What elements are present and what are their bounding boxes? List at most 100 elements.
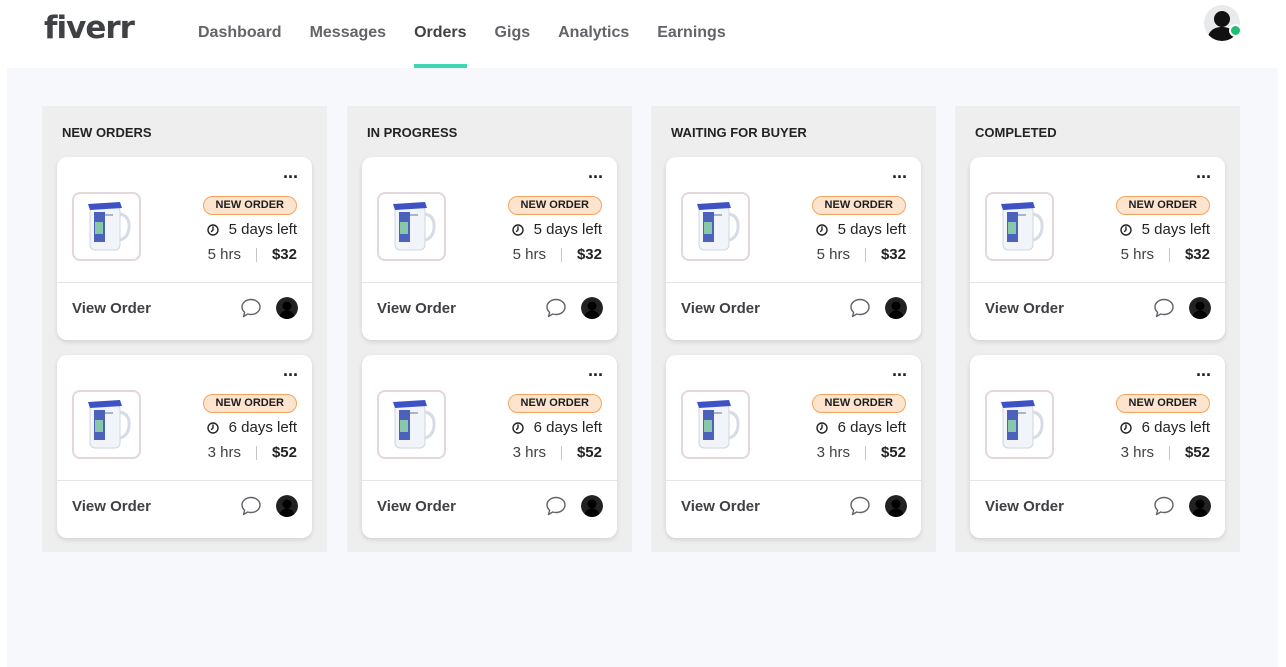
- pitcher-product-icon: [393, 202, 436, 251]
- order-stats-row: 5 hrs $32: [1121, 246, 1210, 263]
- delivery-hours: 3 hrs: [816, 444, 850, 461]
- more-options-button[interactable]: ...: [1196, 361, 1211, 379]
- order-card[interactable]: ... NEW ORDER 6 days left 3 hrs $52 View…: [57, 355, 312, 538]
- order-price: $52: [271, 444, 297, 461]
- clock-icon: [1119, 223, 1132, 236]
- nav-earnings[interactable]: Earnings: [643, 0, 739, 68]
- nav-gigs[interactable]: Gigs: [481, 0, 545, 68]
- chat-bubble-icon[interactable]: [849, 495, 871, 517]
- pitcher-product-icon: [1001, 202, 1044, 251]
- gig-thumbnail: [377, 192, 446, 261]
- buyer-silhouette-icon: [581, 495, 603, 517]
- order-stats-row: 5 hrs $32: [513, 246, 602, 263]
- stats-divider: [255, 247, 257, 262]
- time-left-text: 6 days left: [228, 419, 297, 436]
- buyer-avatar[interactable]: [1189, 297, 1211, 319]
- buyer-avatar[interactable]: [885, 495, 907, 517]
- order-card[interactable]: ... NEW ORDER 5 days left 5 hrs $32 View…: [57, 157, 312, 340]
- more-options-button[interactable]: ...: [283, 163, 298, 181]
- nav-analytics[interactable]: Analytics: [544, 0, 643, 68]
- chat-bubble-icon[interactable]: [545, 495, 567, 517]
- card-divider: [57, 480, 312, 481]
- gig-thumbnail: [985, 390, 1054, 459]
- order-card[interactable]: ... NEW ORDER 5 days left 5 hrs $32 View…: [362, 157, 617, 340]
- time-left-row: 5 days left: [206, 221, 297, 238]
- clock-icon: [815, 421, 828, 434]
- card-divider: [970, 282, 1225, 283]
- order-price: $32: [1184, 246, 1210, 263]
- column-title: COMPLETED: [975, 125, 1057, 140]
- time-left-text: 6 days left: [533, 419, 602, 436]
- view-order-link[interactable]: View Order: [985, 300, 1064, 317]
- time-left-row: 6 days left: [1119, 419, 1210, 436]
- time-left-row: 5 days left: [815, 221, 906, 238]
- gig-thumbnail: [681, 390, 750, 459]
- view-order-link[interactable]: View Order: [377, 498, 456, 515]
- buyer-avatar[interactable]: [581, 297, 603, 319]
- view-order-link[interactable]: View Order: [377, 300, 456, 317]
- nav-orders[interactable]: Orders: [400, 0, 480, 68]
- card-divider: [666, 480, 921, 481]
- buyer-avatar[interactable]: [276, 297, 298, 319]
- buyer-silhouette-icon: [276, 495, 298, 517]
- order-card[interactable]: ... NEW ORDER 6 days left 3 hrs $52 View…: [970, 355, 1225, 538]
- buyer-avatar[interactable]: [885, 297, 907, 319]
- order-status-badge: NEW ORDER: [811, 394, 906, 413]
- order-status-badge: NEW ORDER: [1115, 394, 1210, 413]
- view-order-link[interactable]: View Order: [72, 498, 151, 515]
- order-stats-row: 5 hrs $32: [817, 246, 906, 263]
- more-options-button[interactable]: ...: [892, 361, 907, 379]
- more-options-button[interactable]: ...: [283, 361, 298, 379]
- card-divider: [362, 282, 617, 283]
- clock-icon: [206, 223, 219, 236]
- more-options-button[interactable]: ...: [1196, 163, 1211, 181]
- view-order-link[interactable]: View Order: [72, 300, 151, 317]
- buyer-avatar[interactable]: [276, 495, 298, 517]
- chat-bubble-icon[interactable]: [1153, 495, 1175, 517]
- chat-bubble-icon[interactable]: [1153, 297, 1175, 319]
- column-title: NEW ORDERS: [62, 125, 152, 140]
- column-completed: COMPLETED ... NEW ORDER 5 days left 5 hr…: [955, 106, 1240, 552]
- clock-icon: [511, 223, 524, 236]
- column-new-orders: NEW ORDERS ... NEW ORDER 5 days left 5 h…: [42, 106, 327, 552]
- nav-dashboard[interactable]: Dashboard: [184, 0, 296, 68]
- chat-bubble-icon[interactable]: [545, 297, 567, 319]
- stats-divider: [1168, 247, 1170, 262]
- pitcher-product-icon: [393, 400, 436, 449]
- nav-messages[interactable]: Messages: [296, 0, 401, 68]
- time-left-row: 6 days left: [206, 419, 297, 436]
- order-card[interactable]: ... NEW ORDER 6 days left 3 hrs $52 View…: [362, 355, 617, 538]
- card-divider: [970, 480, 1225, 481]
- view-order-link[interactable]: View Order: [985, 498, 1064, 515]
- order-status-badge: NEW ORDER: [1115, 196, 1210, 215]
- order-stats-row: 3 hrs $52: [1121, 444, 1210, 461]
- buyer-avatar[interactable]: [1189, 495, 1211, 517]
- time-left-row: 6 days left: [815, 419, 906, 436]
- buyer-silhouette-icon: [1189, 297, 1211, 319]
- order-stats-row: 3 hrs $52: [817, 444, 906, 461]
- delivery-hours: 3 hrs: [512, 444, 546, 461]
- clock-icon: [1119, 421, 1132, 434]
- order-card[interactable]: ... NEW ORDER 5 days left 5 hrs $32 View…: [666, 157, 921, 340]
- order-card[interactable]: ... NEW ORDER 6 days left 3 hrs $52 View…: [666, 355, 921, 538]
- chat-bubble-icon[interactable]: [240, 297, 262, 319]
- pitcher-product-icon: [1001, 400, 1044, 449]
- buyer-avatar[interactable]: [581, 495, 603, 517]
- time-left-text: 5 days left: [837, 221, 906, 238]
- more-options-button[interactable]: ...: [892, 163, 907, 181]
- more-options-button[interactable]: ...: [588, 163, 603, 181]
- chat-bubble-icon[interactable]: [849, 297, 871, 319]
- clock-icon: [206, 421, 219, 434]
- chat-bubble-icon[interactable]: [240, 495, 262, 517]
- time-left-text: 5 days left: [533, 221, 602, 238]
- view-order-link[interactable]: View Order: [681, 498, 760, 515]
- fiverr-logo[interactable]: fiverr: [44, 10, 135, 46]
- more-options-button[interactable]: ...: [588, 361, 603, 379]
- main-nav: Dashboard Messages Orders Gigs Analytics…: [184, 0, 740, 68]
- column-title: IN PROGRESS: [367, 125, 458, 140]
- delivery-hours: 3 hrs: [207, 444, 241, 461]
- order-status-badge: NEW ORDER: [202, 196, 297, 215]
- view-order-link[interactable]: View Order: [681, 300, 760, 317]
- order-card[interactable]: ... NEW ORDER 5 days left 5 hrs $32 View…: [970, 157, 1225, 340]
- column-waiting-for-buyer: WAITING FOR BUYER ... NEW ORDER 5 days l…: [651, 106, 936, 552]
